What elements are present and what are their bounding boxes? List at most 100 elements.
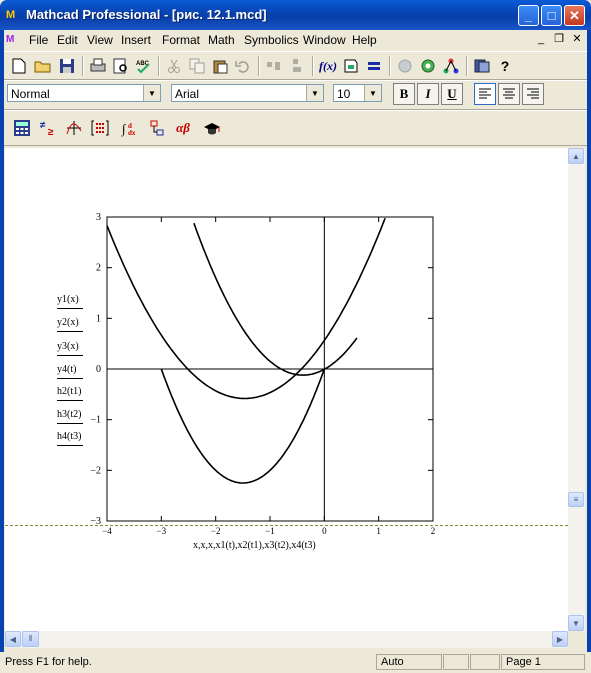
close-button[interactable]: ✕: [564, 5, 585, 26]
x-tick-label: −3: [157, 526, 167, 536]
series-line-2: [193, 222, 358, 376]
scroll-down-button[interactable]: ▼: [568, 615, 584, 631]
scroll-up-button[interactable]: ▲: [568, 148, 584, 164]
spell-check-icon[interactable]: ABC: [133, 55, 155, 77]
standard-toolbar: ABC f(x) ?: [0, 51, 591, 80]
y-tick-label: 2: [96, 263, 101, 274]
greek-palette-icon[interactable]: αβ: [172, 117, 194, 139]
y-tick-label: 1: [96, 313, 101, 324]
open-folder-icon[interactable]: [32, 55, 54, 77]
style-select[interactable]: Normal ▼: [7, 84, 161, 102]
italic-button[interactable]: I: [417, 83, 439, 105]
xy-plot[interactable]: 3210−1−2−3 −4 −3 −2 −1 0 1 2: [5, 148, 568, 631]
title-bar: M Mathcad Professional - [рис. 12.1.mcd]…: [0, 0, 591, 30]
svg-text:≥: ≥: [48, 127, 54, 137]
x-tick-label: −4: [102, 526, 112, 536]
undo-icon[interactable]: [232, 55, 254, 77]
vertical-scroll-thumb[interactable]: ≡: [568, 492, 584, 507]
symbolic-palette-icon[interactable]: [201, 117, 223, 139]
insert-function-icon[interactable]: f(x): [317, 55, 339, 77]
window-right-border: [587, 30, 591, 673]
horizontal-scroll-thumb[interactable]: ⦀: [22, 631, 39, 647]
graph-palette-icon[interactable]: [63, 117, 85, 139]
worksheet-area[interactable]: y1(x) y2(x) y3(x) y4(t) h2(t1) h3(t2) h4…: [5, 148, 568, 631]
calculator-palette-icon[interactable]: [11, 117, 33, 139]
scroll-right-button[interactable]: ▶: [552, 631, 568, 647]
new-document-icon[interactable]: [8, 55, 30, 77]
matrix-palette-icon[interactable]: [89, 117, 111, 139]
menu-help[interactable]: Help: [352, 33, 377, 47]
mdi-restore-button[interactable]: ❐: [551, 32, 567, 46]
help-icon[interactable]: ?: [494, 55, 516, 77]
paste-icon[interactable]: [209, 55, 231, 77]
chevron-down-icon: ▼: [364, 85, 381, 101]
mathcad-app-icon[interactable]: M: [6, 7, 22, 23]
maximize-button[interactable]: □: [541, 5, 562, 26]
window-left-border: [0, 30, 4, 673]
font-size-select[interactable]: 10 ▼: [333, 84, 382, 102]
cut-icon[interactable]: [163, 55, 185, 77]
x-tick-label: 1: [376, 526, 381, 536]
copy-icon[interactable]: [186, 55, 208, 77]
series-line-1: [160, 368, 326, 484]
font-select-value: Arial: [175, 87, 200, 101]
x-tick-label: −1: [265, 526, 275, 536]
print-preview-icon[interactable]: [110, 55, 132, 77]
align-center-icon: [503, 88, 515, 99]
align-left-button[interactable]: [474, 83, 496, 105]
menu-file[interactable]: File: [29, 33, 48, 47]
boolean-programming-palette-icon[interactable]: [146, 117, 168, 139]
document-icon[interactable]: M: [6, 32, 22, 48]
horizontal-scrollbar[interactable]: ◀ ⦀ ▶: [5, 631, 568, 648]
x-axis-label[interactable]: x,x,x,x1(t),x2(t1),x3(t2),x4(t3): [193, 540, 316, 551]
run-mathconnex-icon[interactable]: [440, 55, 462, 77]
calculate-icon[interactable]: [363, 55, 385, 77]
mdi-minimize-button[interactable]: _: [533, 32, 549, 46]
save-icon[interactable]: [56, 55, 78, 77]
menu-format[interactable]: Format: [162, 33, 200, 47]
vertical-scrollbar[interactable]: ▲ ≡ ▼: [568, 148, 585, 631]
status-bar: Press F1 for help. Auto Page 1: [0, 652, 591, 673]
menu-math[interactable]: Math: [208, 33, 235, 47]
calc-mode-pane: Auto: [376, 654, 442, 670]
x-tick-label: −2: [211, 526, 221, 536]
menu-insert[interactable]: Insert: [121, 33, 151, 47]
calculus-palette-icon[interactable]: ∫ d dx: [119, 117, 141, 139]
align-center-button[interactable]: [498, 83, 520, 105]
svg-text:dx: dx: [128, 129, 136, 137]
resource-center-icon[interactable]: [471, 55, 493, 77]
formatting-toolbar: Normal ▼ Arial ▼ 10 ▼ B I U: [0, 80, 591, 110]
mdi-close-button[interactable]: ✕: [569, 32, 585, 46]
evaluation-palette-icon[interactable]: ≠ ≥: [37, 117, 59, 139]
svg-text:∫: ∫: [121, 121, 127, 137]
window-title: Mathcad Professional - [рис. 12.1.mcd]: [26, 7, 267, 22]
status-message: Press F1 for help.: [5, 656, 92, 668]
svg-text:≠: ≠: [40, 120, 46, 131]
page-break-line: [5, 525, 568, 526]
scroll-left-button[interactable]: ◀: [5, 631, 21, 647]
align-down-icon[interactable]: [286, 55, 308, 77]
insert-hyperlink-icon[interactable]: [394, 55, 416, 77]
bold-button[interactable]: B: [393, 83, 415, 105]
y-tick-label: 0: [96, 364, 101, 375]
status-pane-empty-1: [443, 654, 469, 670]
insert-component-icon[interactable]: [417, 55, 439, 77]
chevron-down-icon: ▼: [143, 85, 160, 101]
menu-edit[interactable]: Edit: [57, 33, 78, 47]
menu-symbolics[interactable]: Symbolics: [244, 33, 299, 47]
menu-view[interactable]: View: [87, 33, 113, 47]
menu-window[interactable]: Window: [303, 33, 346, 47]
x-tick-label: 2: [431, 526, 436, 536]
font-size-select-value: 10: [337, 87, 351, 101]
minimize-button[interactable]: _: [518, 5, 539, 26]
math-toolbar: ≠ ≥ ∫ d dx αβ: [0, 110, 591, 146]
menu-bar: M File Edit View Insert Format Math Symb…: [0, 30, 591, 50]
align-across-icon[interactable]: [263, 55, 285, 77]
page-indicator: Page 1: [501, 654, 585, 670]
style-select-value: Normal: [11, 87, 50, 101]
font-select[interactable]: Arial ▼: [171, 84, 324, 102]
underline-button[interactable]: U: [441, 83, 463, 105]
print-icon[interactable]: [87, 55, 109, 77]
insert-unit-icon[interactable]: [340, 55, 362, 77]
align-right-button[interactable]: [522, 83, 544, 105]
